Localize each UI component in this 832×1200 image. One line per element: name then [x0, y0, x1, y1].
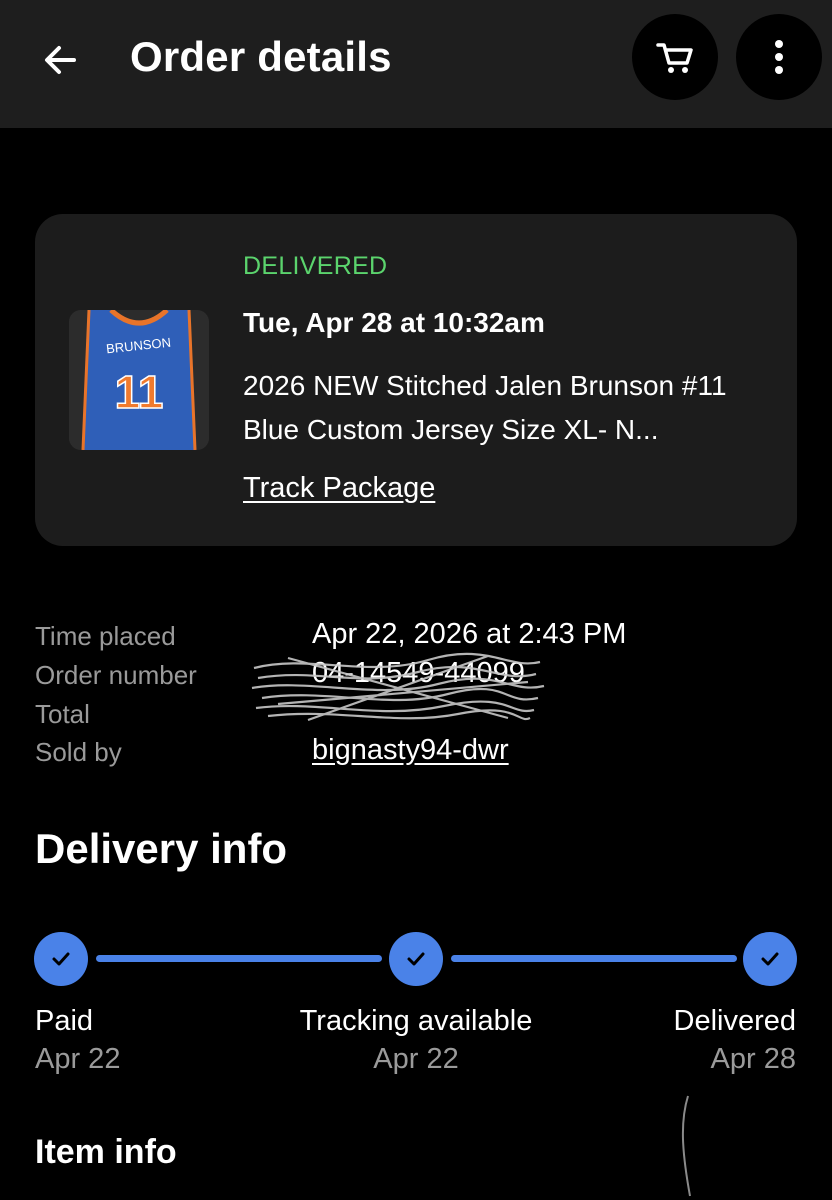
track-package-link[interactable]: Track Package [243, 472, 435, 505]
step-paid-label: Paid [35, 1005, 94, 1037]
back-button[interactable] [30, 30, 90, 90]
jersey-number-text: 11 [115, 366, 164, 418]
order-number-label: Order number [35, 660, 197, 690]
step-delivered-dot [743, 932, 797, 986]
step-paid-dot [34, 932, 88, 986]
time-placed-value: Apr 22, 2026 at 2:43 PM [312, 618, 627, 650]
checkmark-icon [52, 952, 70, 966]
step-tracking-dot [389, 932, 443, 986]
item-info-heading: Item info [35, 1133, 177, 1171]
step-delivered-label: Delivered [673, 1005, 797, 1037]
app-bar: Order details [0, 0, 832, 128]
shopping-cart-icon [656, 43, 693, 73]
arrow-left-icon [45, 46, 76, 74]
more-options-button[interactable] [736, 14, 822, 100]
cart-button[interactable] [632, 14, 718, 100]
delivery-info-heading: Delivery info [35, 825, 288, 872]
step-tracking-label: Tracking available [299, 1005, 533, 1037]
delivered-datetime: Tue, Apr 28 at 10:32am [243, 307, 545, 338]
redaction-scribble [251, 652, 545, 722]
order-status-card[interactable]: BRUNSON 11 DELIVERED Tue, Apr 28 at 10:3… [35, 214, 797, 546]
delivery-status-badge: DELIVERED [243, 252, 388, 280]
checkmark-icon [761, 952, 779, 966]
pen-mark [681, 1095, 691, 1197]
step-delivered-date: Apr 28 [710, 1043, 796, 1075]
page-title: Order details [130, 33, 392, 80]
time-placed-label: Time placed [35, 621, 176, 651]
item-title[interactable]: 2026 NEW Stitched Jalen Brunson #11 Blue… [243, 364, 773, 452]
jersey-image: BRUNSON 11 [69, 310, 209, 450]
sold-by-label: Sold by [35, 737, 122, 767]
step-paid-date: Apr 22 [35, 1043, 121, 1075]
more-vertical-icon [775, 40, 783, 74]
progress-line-1 [96, 955, 382, 962]
total-label: Total [35, 699, 90, 729]
progress-line-2 [451, 955, 737, 962]
step-tracking-date: Apr 22 [373, 1043, 459, 1075]
item-thumbnail[interactable]: BRUNSON 11 [69, 310, 209, 450]
checkmark-icon [407, 952, 425, 966]
seller-link[interactable]: bignasty94-dwr [312, 734, 509, 767]
